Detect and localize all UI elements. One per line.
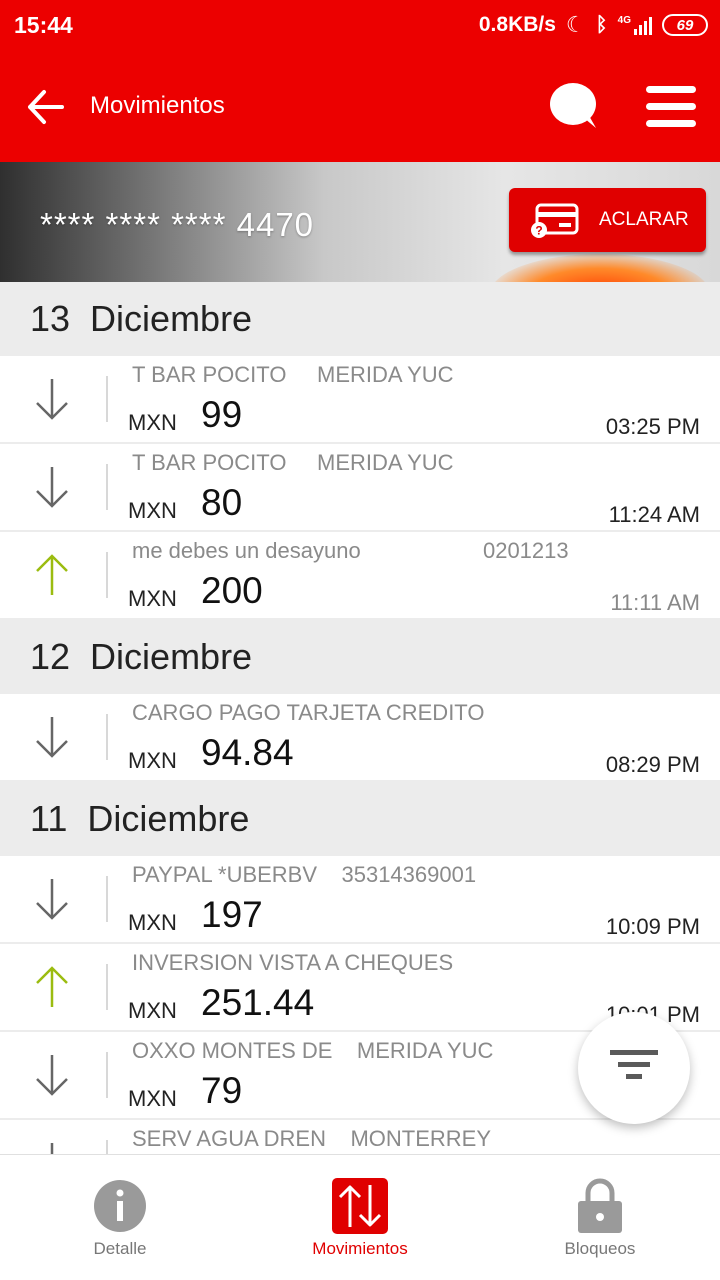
transaction-time: 11:24 AM <box>608 502 700 527</box>
transaction-time: 08:29 PM <box>605 752 700 777</box>
battery-icon: 69 <box>662 14 708 36</box>
transaction-description: INVERSION VISTA A CHEQUES <box>132 950 454 975</box>
nav-bloqueos[interactable]: Bloqueos <box>480 1155 720 1280</box>
page-title: Movimientos <box>90 92 225 119</box>
network-type: 4G <box>617 15 631 26</box>
divider <box>106 376 108 422</box>
nav-detalle[interactable]: Detalle <box>0 1155 240 1280</box>
date-month: Diciembre <box>87 798 250 839</box>
transfer-arrows-icon <box>332 1178 388 1234</box>
transaction-amount: 80 <box>201 482 243 523</box>
arrow-up-icon <box>36 554 68 595</box>
transaction-amount: 94.84 <box>201 732 294 773</box>
transaction-row[interactable]: T BAR POCITO MERIDA YUC MXN 99 03:25 PM <box>0 356 720 442</box>
date-day: 13 <box>30 298 71 339</box>
nav-label: Bloqueos <box>564 1239 636 1258</box>
transaction-description: OXXO MONTES DE MERIDA YUC <box>132 1038 494 1063</box>
moon-icon: ☾ <box>565 12 586 37</box>
divider <box>106 714 108 760</box>
divider <box>106 1052 108 1098</box>
network-speed: 0.8KB/s <box>478 13 556 36</box>
transaction-currency: MXN <box>128 748 177 773</box>
status-icons: 0.8KB/s ☾ ᛒ 4G 69 <box>479 12 708 38</box>
nav-movimientos[interactable]: Movimientos <box>240 1155 480 1280</box>
status-time: 15:44 <box>14 12 73 38</box>
divider <box>106 964 108 1010</box>
transaction-currency: MXN <box>128 998 177 1023</box>
transaction-time: 10:09 PM <box>605 914 700 939</box>
transaction-row[interactable]: PAYPAL *UBERBV 35314369001 MXN 197 10:09… <box>0 856 720 942</box>
card-glow <box>490 254 710 282</box>
bottom-nav: Detalle Movimientos Bloqueos <box>0 1154 720 1280</box>
transaction-currency: MXN <box>128 498 177 523</box>
divider <box>106 464 108 510</box>
transaction-time: 11:11 AM <box>610 590 700 615</box>
transaction-row[interactable]: CARGO PAGO TARJETA CREDITO MXN 94.84 08:… <box>0 694 720 780</box>
date-header: 12 Diciembre <box>0 620 720 694</box>
transaction-amount: 79 <box>201 1070 243 1111</box>
transaction-description: me debes un desayuno 0201213 <box>132 538 569 563</box>
transaction-description: CARGO PAGO TARJETA CREDITO <box>132 700 485 725</box>
date-header: 13 Diciembre <box>0 282 720 356</box>
transaction-row[interactable]: T BAR POCITO MERIDA YUC MXN 80 11:24 AM <box>0 444 720 530</box>
app-bar: Movimientos <box>0 52 720 162</box>
lock-icon <box>578 1178 622 1233</box>
card-question-icon: ? <box>531 203 579 238</box>
card-banner: **** **** **** 4470 ? ACLARAR <box>0 162 720 282</box>
date-header: 11 Diciembre <box>0 782 720 856</box>
transaction-currency: MXN <box>128 410 177 435</box>
arrow-down-icon <box>36 717 68 758</box>
transaction-description: SERV AGUA DREN MONTERREY <box>132 1126 492 1151</box>
date-month: Diciembre <box>90 298 253 339</box>
divider <box>106 552 108 598</box>
transaction-description: T BAR POCITO MERIDA YUC <box>132 450 454 475</box>
arrow-down-icon <box>36 1055 68 1096</box>
aclarar-label: ACLARAR <box>599 209 689 230</box>
bluetooth-icon: ᛒ <box>595 13 608 36</box>
transaction-time: 03:25 PM <box>605 414 700 439</box>
chat-icon[interactable] <box>548 82 600 130</box>
back-arrow-icon[interactable] <box>24 86 66 128</box>
transaction-description: PAYPAL *UBERBV 35314369001 <box>132 862 477 887</box>
signal-icon: 4G <box>618 15 652 35</box>
nav-label: Movimientos <box>312 1239 408 1258</box>
divider <box>106 876 108 922</box>
arrow-up-icon <box>36 966 68 1007</box>
transaction-currency: MXN <box>128 586 177 611</box>
transaction-row[interactable]: me debes un desayuno 0201213 MXN 200 11:… <box>0 532 720 618</box>
status-bar: 15:44 0.8KB/s ☾ ᛒ 4G 69 <box>0 0 720 52</box>
card-number: **** **** **** 4470 <box>40 206 315 243</box>
transaction-currency: MXN <box>128 1086 177 1111</box>
aclarar-button[interactable]: ? ACLARAR <box>509 188 706 252</box>
arrow-down-icon <box>36 879 68 920</box>
menu-icon[interactable] <box>646 86 696 128</box>
transaction-currency: MXN <box>128 910 177 935</box>
battery-level: 69 <box>676 16 694 34</box>
nav-label: Detalle <box>93 1239 147 1258</box>
transaction-amount: 251.44 <box>201 982 315 1023</box>
date-day: 11 <box>30 798 68 839</box>
svg-text:?: ? <box>535 224 542 238</box>
arrow-down-icon <box>36 379 68 420</box>
arrow-down-icon <box>36 467 68 508</box>
date-day: 12 <box>30 636 71 677</box>
transaction-description: T BAR POCITO MERIDA YUC <box>132 362 454 387</box>
filter-button[interactable] <box>578 1012 690 1124</box>
transaction-amount: 197 <box>201 894 263 935</box>
transaction-amount: 200 <box>201 570 263 611</box>
transaction-amount: 99 <box>201 394 243 435</box>
date-month: Diciembre <box>90 636 253 677</box>
info-icon <box>94 1180 146 1232</box>
